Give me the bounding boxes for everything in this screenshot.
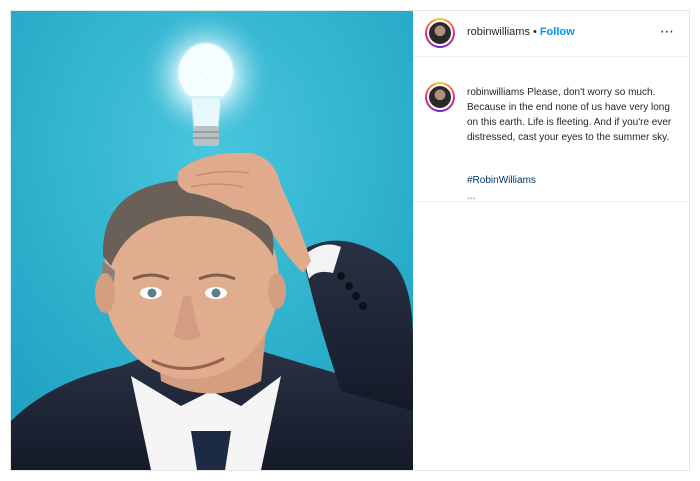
caption-text: robinwilliams Please, don't worry so much… (467, 85, 673, 145)
hashtag-link[interactable]: #RobinWilliams (467, 175, 536, 186)
instagram-post: robinwilliams • Follow ⋯ robinwilliams Plea… (10, 10, 690, 471)
username-link[interactable]: robinwilliams (467, 26, 530, 38)
tie (191, 431, 231, 470)
caption-overflow: ••• (467, 194, 476, 201)
follow-button[interactable]: Follow (540, 26, 575, 38)
caption-avatar[interactable] (425, 82, 455, 112)
caption-profile-picture (429, 86, 451, 108)
header-user-info: robinwilliams • Follow (467, 26, 575, 38)
post-photo-illustration (11, 11, 413, 470)
post-sidebar: robinwilliams • Follow ⋯ robinwilliams Plea… (413, 11, 689, 470)
avatar[interactable] (425, 18, 455, 48)
caption: robinwilliams Please, don't worry so much… (413, 77, 689, 202)
more-horizontal-icon[interactable]: ⋯ (660, 23, 675, 40)
post-header: robinwilliams • Follow ⋯ (413, 11, 689, 57)
profile-picture (429, 22, 451, 44)
caption-divider (413, 201, 689, 202)
post-photo[interactable] (11, 11, 413, 470)
caption-username[interactable]: robinwilliams (467, 87, 524, 98)
separator-dot: • (532, 26, 537, 38)
